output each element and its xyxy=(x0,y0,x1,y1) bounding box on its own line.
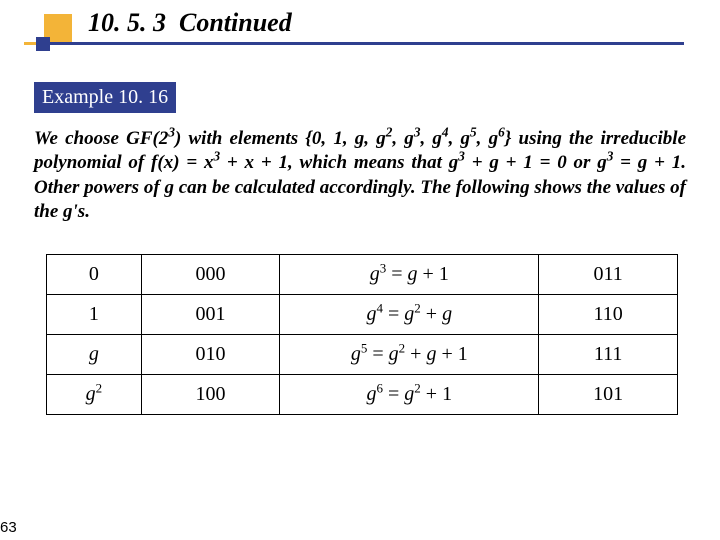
section-title: 10. 5. 3 Continued xyxy=(88,8,292,38)
cell-element-right: g6 = g2 + 1 xyxy=(280,375,539,415)
table-row: 0000g3 = g + 1011 xyxy=(47,255,678,295)
cell-binary-left: 010 xyxy=(141,335,280,375)
title-line: 10. 5. 3 Continued xyxy=(0,8,720,38)
example-paragraph: We choose GF(23) with elements {0, 1, g,… xyxy=(34,127,686,224)
table-row: g2100g6 = g2 + 1101 xyxy=(47,375,678,415)
section-number: 10. 5. 3 xyxy=(88,8,166,37)
cell-binary-left: 000 xyxy=(141,255,280,295)
cell-element-left: 0 xyxy=(47,255,142,295)
section-word: Continued xyxy=(179,8,292,37)
g-table-wrap: 0000g3 = g + 10111001g4 = g2 + g110g010g… xyxy=(46,254,678,415)
rule-main-icon xyxy=(48,42,684,45)
cell-element-left: g2 xyxy=(47,375,142,415)
cell-element-right: g4 = g2 + g xyxy=(280,295,539,335)
cell-element-right: g3 = g + 1 xyxy=(280,255,539,295)
bullet-decor-icon xyxy=(44,14,72,42)
cell-element-left: g xyxy=(47,335,142,375)
example-label: Example 10. 16 xyxy=(34,82,176,113)
g-values-table: 0000g3 = g + 10111001g4 = g2 + g110g010g… xyxy=(46,254,678,415)
table-row: g010g5 = g2 + g + 1111 xyxy=(47,335,678,375)
slide-header: 10. 5. 3 Continued xyxy=(0,0,720,60)
cell-binary-left: 001 xyxy=(141,295,280,335)
header-rule xyxy=(0,42,720,60)
table-row: 1001g4 = g2 + g110 xyxy=(47,295,678,335)
cell-element-left: 1 xyxy=(47,295,142,335)
page-number: 63 xyxy=(0,519,17,536)
cell-binary-right: 101 xyxy=(539,375,678,415)
cell-binary-right: 110 xyxy=(539,295,678,335)
cell-binary-right: 011 xyxy=(539,255,678,295)
cell-element-right: g5 = g2 + g + 1 xyxy=(280,335,539,375)
cell-binary-right: 111 xyxy=(539,335,678,375)
cell-binary-left: 100 xyxy=(141,375,280,415)
